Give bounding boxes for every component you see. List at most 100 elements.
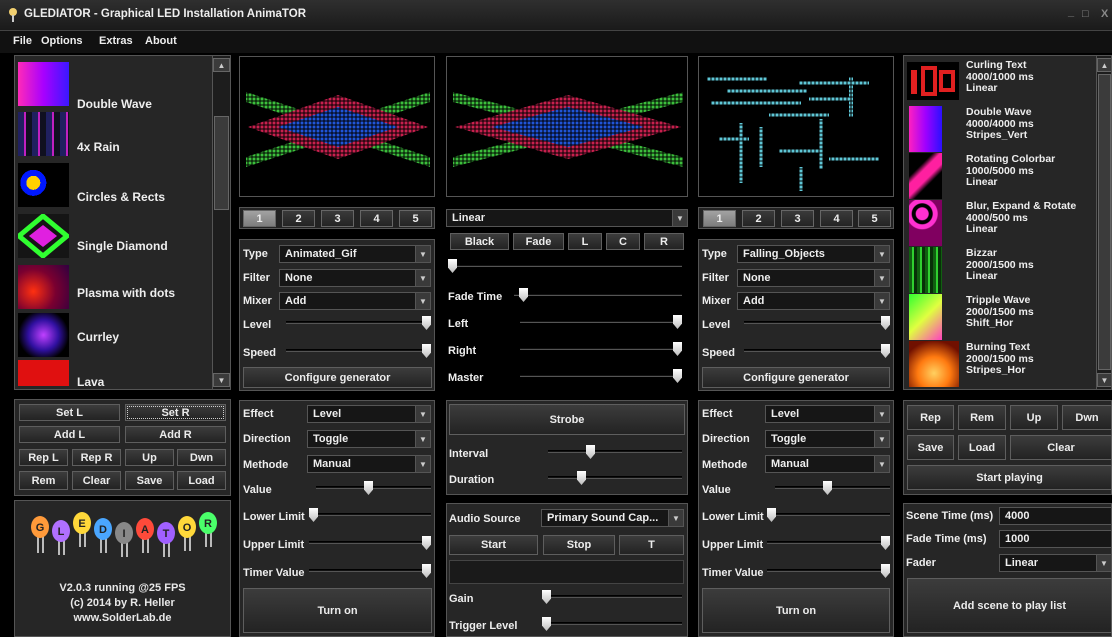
scene-up-button[interactable]: Up [1010, 405, 1058, 430]
slider-thumb[interactable] [881, 316, 890, 330]
tab-3[interactable]: 3 [321, 210, 354, 227]
set-left-button[interactable]: Set L [19, 404, 120, 421]
slider-thumb[interactable] [422, 564, 431, 578]
slider-thumb[interactable] [542, 617, 551, 631]
start-audio-button[interactable]: Start [449, 535, 538, 555]
audio-source-select[interactable]: Primary Sound Cap... ▼ [541, 509, 684, 527]
slider-thumb[interactable] [673, 369, 682, 383]
slider-thumb[interactable] [577, 471, 586, 485]
master-slider[interactable] [520, 368, 682, 384]
menu-options[interactable]: Options [41, 35, 83, 47]
scroll-thumb[interactable] [214, 116, 229, 210]
list-scrollbar[interactable]: ▲ ▼ [212, 56, 230, 389]
list-item[interactable]: 4x Rain [15, 112, 215, 160]
scene-item[interactable]: Rotating Colorbar 1000/5000 ms Linear [906, 153, 1096, 199]
tab-2[interactable]: 2 [282, 210, 315, 227]
methode-select[interactable]: Manual ▼ [307, 455, 431, 473]
slider-track[interactable] [744, 321, 890, 324]
slider-track[interactable] [767, 541, 890, 544]
slider-track[interactable] [316, 486, 431, 489]
slider-track[interactable] [775, 486, 890, 489]
slider-track[interactable] [309, 569, 431, 572]
methode-select[interactable]: Manual ▼ [765, 455, 890, 473]
filter-select[interactable]: None ▼ [279, 269, 431, 287]
value-slider[interactable] [316, 480, 431, 496]
direction-select[interactable]: Toggle ▼ [307, 430, 431, 448]
scene-time-input[interactable]: 4000 [999, 507, 1112, 525]
tab-1[interactable]: 1 [703, 210, 736, 227]
slider-track[interactable] [767, 513, 890, 516]
configure-generator-button[interactable]: Configure generator [243, 367, 432, 388]
menu-about[interactable]: About [145, 35, 177, 47]
title-bar[interactable]: GLEDIATOR - Graphical LED Installation A… [0, 0, 1112, 31]
set-right-button[interactable]: Set R [125, 404, 226, 421]
level-slider[interactable] [744, 315, 890, 331]
effect-select[interactable]: Level ▼ [765, 405, 890, 423]
menu-extras[interactable]: Extras [99, 35, 133, 47]
slider-thumb[interactable] [422, 316, 431, 330]
slider-thumb[interactable] [673, 342, 682, 356]
slider-thumb[interactable] [422, 344, 431, 358]
duration-slider[interactable] [548, 470, 682, 486]
slider-thumb[interactable] [542, 590, 551, 604]
slider-track[interactable] [767, 569, 890, 572]
gain-slider[interactable] [542, 589, 682, 605]
slider-thumb[interactable] [586, 445, 595, 459]
turn-on-button[interactable]: Turn on [702, 588, 890, 633]
menu-file[interactable]: File [13, 35, 32, 47]
lower-limit-slider[interactable] [767, 507, 890, 523]
add-scene-button[interactable]: Add scene to play list [907, 578, 1112, 633]
list-item[interactable]: Single Diamond [15, 212, 215, 262]
maximize-icon[interactable]: □ [1082, 8, 1089, 20]
scene-fader-select[interactable]: Linear ▼ [999, 554, 1112, 572]
list-item[interactable]: Lava [15, 360, 215, 389]
trigger-level-slider[interactable] [542, 616, 682, 632]
down-button[interactable]: Dwn [177, 449, 226, 466]
slider-thumb[interactable] [823, 481, 832, 495]
save-scenes-button[interactable]: Save [907, 435, 954, 460]
scene-item[interactable]: Double Wave 4000/4000 ms Stripes_Vert [906, 106, 1096, 152]
level-slider[interactable] [286, 315, 431, 331]
direction-select[interactable]: Toggle ▼ [765, 430, 890, 448]
mixer-select[interactable]: Add ▼ [737, 292, 890, 310]
speed-slider[interactable] [286, 343, 431, 359]
slider-thumb[interactable] [881, 536, 890, 550]
scene-scrollbar[interactable]: ▲ ▼ [1096, 56, 1111, 389]
list-item[interactable]: Currley [15, 313, 215, 361]
scene-item[interactable]: Curling Text 4000/1000 ms Linear [906, 59, 1096, 105]
upper-limit-slider[interactable] [309, 535, 431, 551]
slider-thumb[interactable] [881, 344, 890, 358]
left-fade-button[interactable]: L [568, 233, 602, 250]
type-select[interactable]: Falling_Objects ▼ [737, 245, 890, 263]
crossfade-slider[interactable] [448, 258, 682, 274]
slider-track[interactable] [744, 349, 890, 352]
tab-5[interactable]: 5 [858, 210, 891, 227]
up-button[interactable]: Up [125, 449, 174, 466]
clear-scenes-button[interactable]: Clear [1010, 435, 1112, 460]
mixer-select[interactable]: Add ▼ [279, 292, 431, 310]
turn-on-button[interactable]: Turn on [243, 588, 432, 633]
upper-limit-slider[interactable] [767, 535, 890, 551]
configure-generator-button[interactable]: Configure generator [702, 367, 890, 388]
scene-item[interactable]: Blur, Expand & Rotate 4000/500 ms Linear [906, 200, 1096, 246]
tab-2[interactable]: 2 [742, 210, 775, 227]
slider-track[interactable] [520, 347, 682, 350]
tab-3[interactable]: 3 [781, 210, 814, 227]
fader-mode-select[interactable]: Linear ▼ [446, 209, 688, 227]
filter-select[interactable]: None ▼ [737, 269, 890, 287]
load-button[interactable]: Load [177, 471, 226, 490]
fade-button[interactable]: Fade [513, 233, 564, 250]
scene-item[interactable]: Burning Text 2000/1500 ms Stripes_Hor [906, 341, 1096, 387]
start-playing-button[interactable]: Start playing [907, 465, 1112, 490]
scroll-up-icon[interactable]: ▲ [1097, 58, 1111, 72]
slider-thumb[interactable] [881, 564, 890, 578]
slider-thumb[interactable] [448, 259, 457, 273]
tab-4[interactable]: 4 [820, 210, 853, 227]
stop-audio-button[interactable]: Stop [543, 535, 615, 555]
slider-track[interactable] [448, 264, 682, 267]
slider-thumb[interactable] [767, 508, 776, 522]
speed-slider[interactable] [744, 343, 890, 359]
slider-thumb[interactable] [422, 536, 431, 550]
slider-track[interactable] [520, 374, 682, 377]
type-select[interactable]: Animated_Gif ▼ [279, 245, 431, 263]
